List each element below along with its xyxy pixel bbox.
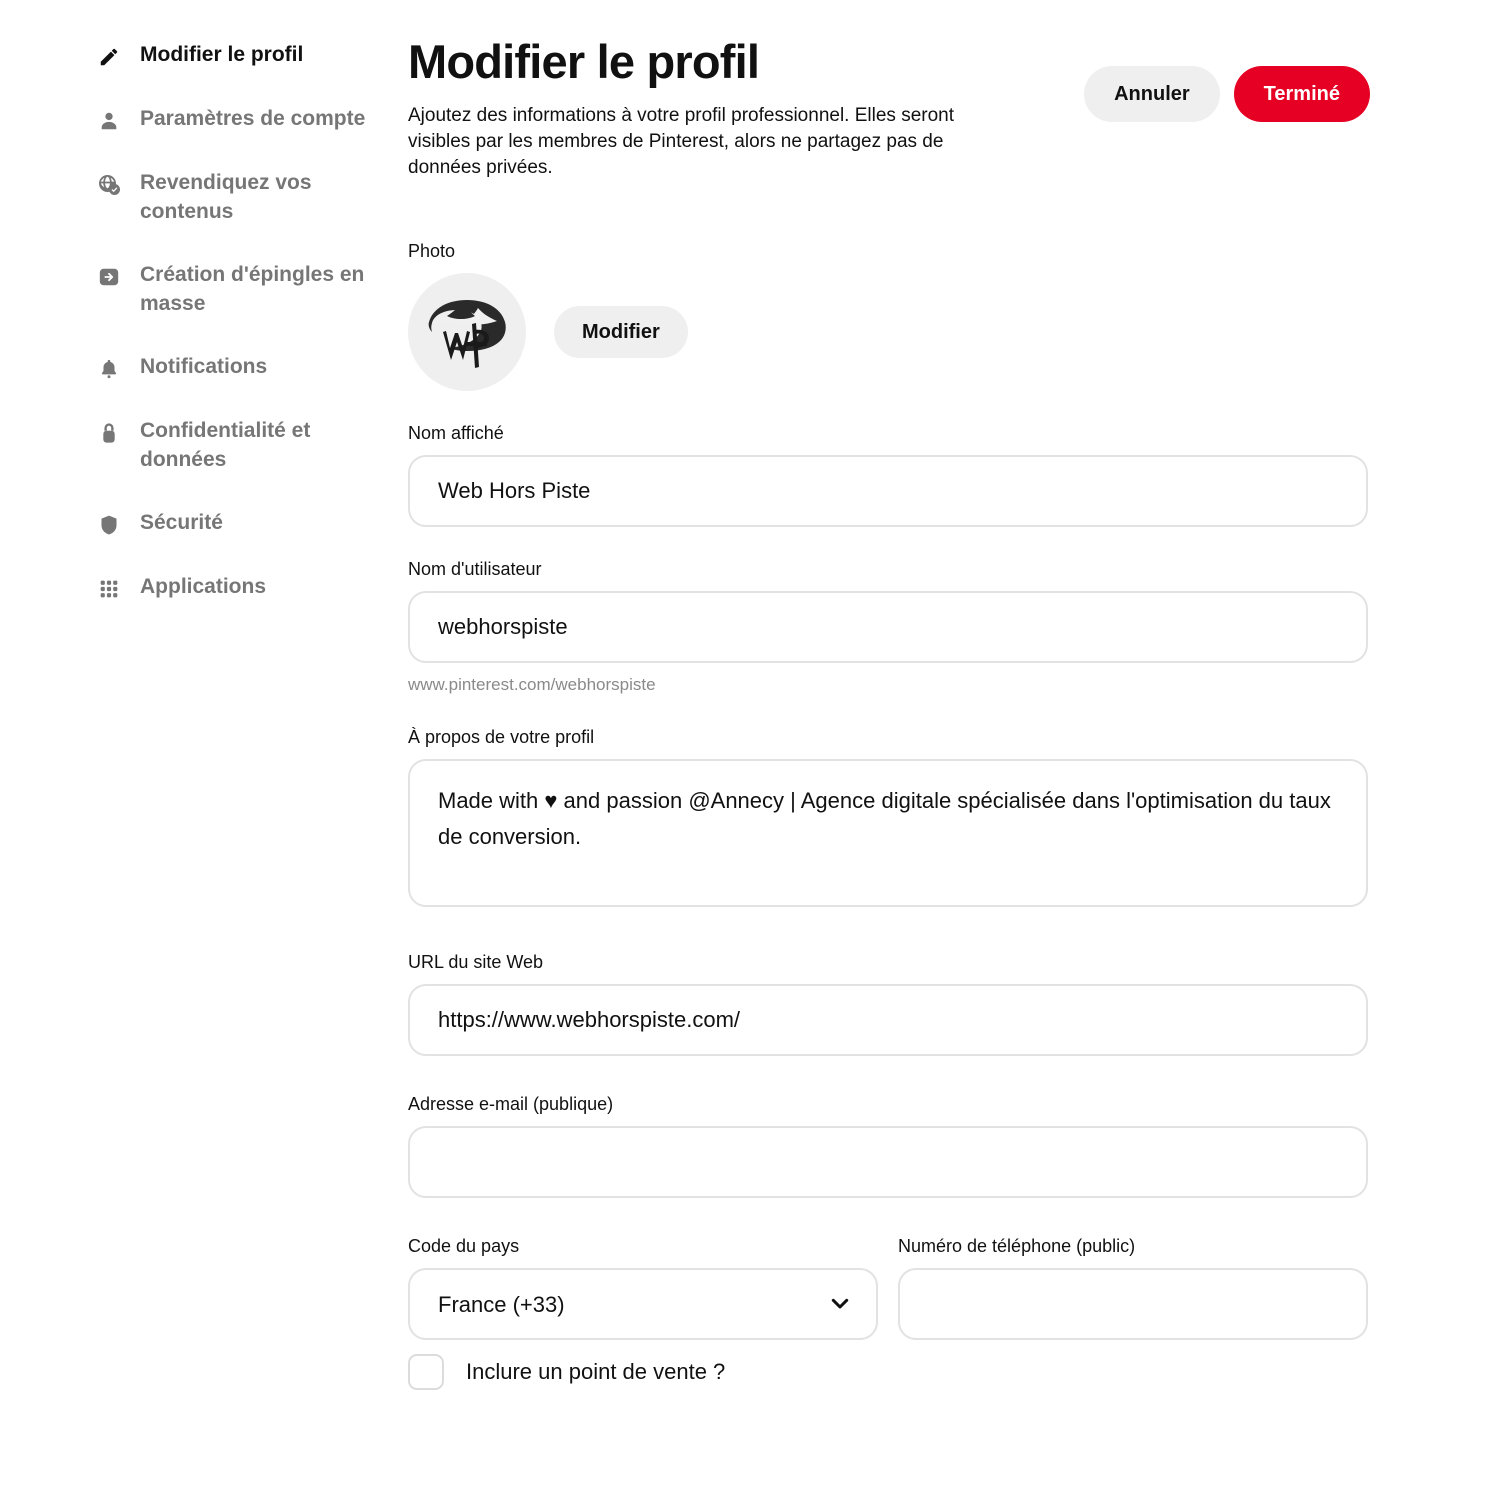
sidebar-item-claim-content[interactable]: Revendiquez vos contenus [96, 168, 408, 226]
shield-icon [96, 512, 122, 538]
photo-label: Photo [408, 241, 456, 261]
pencil-icon [96, 44, 122, 70]
edit-profile-page: Modifier le profil Paramètres de compte … [0, 0, 1496, 1496]
phone-input[interactable] [898, 1268, 1368, 1340]
sidebar-item-label: Paramètres de compte [140, 107, 366, 130]
change-photo-button[interactable]: Modifier [554, 306, 688, 358]
globe-check-icon [96, 172, 122, 198]
phone-field: Numéro de téléphone (public) [898, 1234, 1368, 1340]
import-arrow-icon [96, 264, 122, 290]
photo-field: Photo Modifier [408, 239, 1368, 391]
about-field: À propos de votre profil Made with ♥ and… [408, 725, 1368, 912]
sidebar-item-label: Création d'épingles en masse [140, 263, 365, 315]
person-icon [96, 108, 122, 134]
about-label: À propos de votre profil [408, 727, 595, 747]
website-field: URL du site Web [408, 950, 1368, 1056]
settings-sidebar: Modifier le profil Paramètres de compte … [0, 0, 408, 1496]
profile-form: Photo Modifier Nom affiché Web Hors Pist… [408, 239, 1368, 1390]
sidebar-item-applications[interactable]: Applications [96, 572, 408, 602]
photo-row: Modifier [408, 273, 1368, 391]
username-field: Nom d'utilisateur www.pinterest.com/webh… [408, 557, 1368, 695]
website-input[interactable] [408, 984, 1368, 1056]
display-name-label: Nom affiché [408, 423, 504, 443]
username-input[interactable] [408, 591, 1368, 663]
sidebar-item-privacy-data[interactable]: Confidentialité et données [96, 416, 408, 474]
sidebar-item-label: Notifications [140, 355, 268, 378]
page-description: Ajoutez des informations à votre profil … [408, 105, 954, 178]
grid-icon [96, 576, 122, 602]
sidebar-item-label: Revendiquez vos contenus [140, 171, 312, 223]
country-phone-row: Code du pays France (+33) Numéro de télé… [408, 1234, 1368, 1340]
about-textarea[interactable]: Made with ♥ and passion @Annecy | Agence… [408, 759, 1368, 907]
email-input[interactable] [408, 1126, 1368, 1198]
website-label: URL du site Web [408, 952, 544, 972]
username-label: Nom d'utilisateur [408, 559, 542, 579]
point-of-sale-label: Inclure un point de vente ? [466, 1359, 726, 1384]
done-button[interactable]: Terminé [1233, 66, 1370, 122]
bell-icon [96, 356, 122, 382]
point-of-sale-checkbox[interactable] [408, 1354, 444, 1390]
sidebar-item-edit-profile[interactable]: Modifier le profil [96, 40, 408, 70]
main-content: Modifier le profil Ajoutez des informati… [408, 0, 1496, 1496]
display-name-field: Nom affiché [408, 421, 1368, 527]
country-code-field: Code du pays France (+33) [408, 1234, 878, 1340]
header-actions: Annuler Terminé [1084, 66, 1370, 122]
point-of-sale-row: Inclure un point de vente ? [408, 1354, 1368, 1390]
whp-logo-icon [428, 300, 506, 368]
sidebar-item-security[interactable]: Sécurité [96, 508, 408, 538]
sidebar-item-notifications[interactable]: Notifications [96, 352, 408, 382]
username-helper-url: www.pinterest.com/webhorspiste [408, 675, 656, 694]
display-name-input[interactable] [408, 455, 1368, 527]
sidebar-item-account-settings[interactable]: Paramètres de compte [96, 104, 408, 134]
sidebar-item-bulk-pin-creation[interactable]: Création d'épingles en masse [96, 260, 408, 318]
sidebar-item-label: Confidentialité et données [140, 419, 311, 471]
lock-icon [96, 420, 122, 446]
country-code-select[interactable]: France (+33) [408, 1268, 878, 1340]
sidebar-item-label: Modifier le profil [140, 43, 304, 66]
sidebar-item-label: Sécurité [140, 511, 223, 534]
email-field: Adresse e-mail (publique) [408, 1092, 1368, 1198]
country-code-label: Code du pays [408, 1236, 520, 1256]
cancel-button[interactable]: Annuler [1084, 66, 1220, 122]
email-label: Adresse e-mail (publique) [408, 1094, 614, 1114]
phone-label: Numéro de téléphone (public) [898, 1236, 1136, 1256]
avatar [408, 273, 526, 391]
sidebar-item-label: Applications [140, 575, 267, 598]
